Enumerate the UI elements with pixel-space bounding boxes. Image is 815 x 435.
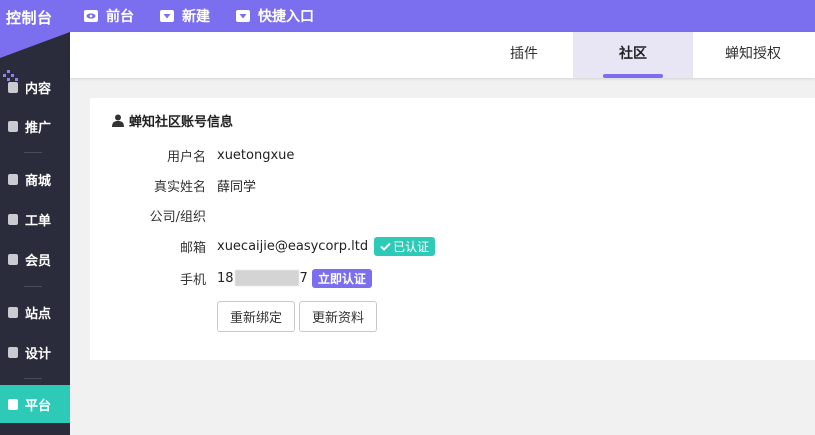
field-label: 用户名: [166, 149, 206, 165]
tab-plugins[interactable]: 插件: [464, 32, 584, 78]
field-value: xuetongxue: [217, 147, 295, 163]
field-username: 用户名 xuetongxue: [90, 144, 294, 166]
update-profile-button[interactable]: 更新资料: [299, 301, 377, 332]
map-pin-icon: [8, 306, 18, 318]
check-icon: [380, 242, 391, 251]
verify-now-button[interactable]: 立即认证: [311, 268, 372, 288]
image-icon: [8, 346, 18, 358]
file-icon: [8, 213, 18, 225]
field-label: 手机: [179, 272, 206, 288]
user-icon: [112, 114, 124, 127]
sidebar-item-content[interactable]: 内容: [0, 68, 70, 106]
active-tab-indicator: [603, 74, 663, 78]
field-real-name: 真实姓名 薛同学: [90, 174, 256, 196]
field-value-wrap: 18 7 立即认证: [217, 268, 372, 288]
sidebar-item-label: 内容: [25, 81, 52, 97]
sidebar-item-member[interactable]: 会员: [0, 240, 70, 278]
quick-entry-label: 快捷入口: [258, 9, 314, 25]
cube-icon: [8, 120, 18, 132]
caret-down-icon: [236, 10, 250, 22]
verified-badge: 已认证: [374, 236, 436, 256]
rebind-button[interactable]: 重新绑定: [217, 301, 295, 332]
mail-icon: [8, 173, 18, 185]
sidebar-item-design[interactable]: 设计: [0, 333, 70, 371]
sidebar-item-label: 平台: [25, 398, 52, 414]
new-label: 新建: [182, 9, 210, 25]
sidebar-accent: [0, 32, 70, 58]
sidebar-divider: [24, 286, 42, 287]
field-phone: 手机 18 7 立即认证: [90, 267, 372, 289]
field-label: 真实姓名: [153, 179, 206, 195]
sidebar-item-mall[interactable]: 商城: [0, 160, 70, 198]
phone-suffix: 7: [299, 270, 308, 286]
caret-down-icon: [160, 10, 174, 22]
tab-label: 社区: [619, 46, 647, 62]
phone-redaction: [234, 270, 299, 286]
sidebar-item-platform[interactable]: 平台: [0, 385, 70, 423]
field-label: 邮箱: [179, 240, 206, 256]
panel-title-text: 蝉知社区账号信息: [129, 115, 234, 130]
sidebar-item-label: 会员: [25, 253, 52, 269]
app-logo[interactable]: 控制台: [0, 0, 70, 36]
field-company: 公司/组织: [90, 204, 217, 226]
sidebar-item-label: 推广: [25, 120, 52, 136]
sidebar-divider: [24, 378, 42, 379]
verified-badge-label: 已认证: [393, 239, 430, 254]
field-value-wrap: xuecaijie@easycorp.ltd 已认证: [217, 236, 436, 256]
sidebar-item-label: 工单: [25, 213, 52, 229]
email-value: xuecaijie@easycorp.ltd: [217, 238, 369, 254]
tab-label: 插件: [510, 46, 538, 62]
document-icon: [8, 81, 18, 93]
frontend-label: 前台: [106, 9, 134, 25]
phone-prefix: 18: [217, 270, 234, 286]
tab-label: 蝉知授权: [725, 46, 781, 62]
field-label: 公司/组织: [149, 209, 206, 225]
sidebar-item-label: 站点: [25, 306, 52, 322]
field-value: 薛同学: [217, 179, 257, 195]
sidebar-item-ticket[interactable]: 工单: [0, 200, 70, 238]
account-panel: 蝉知社区账号信息 用户名 xuetongxue 真实姓名 薛同学 公司/组织 邮…: [90, 98, 815, 360]
tab-chanzhi-license[interactable]: 蝉知授权: [693, 32, 813, 78]
panel-title: 蝉知社区账号信息: [112, 111, 233, 130]
diamond-icon: [8, 253, 18, 265]
quick-entry-menu[interactable]: 快捷入口: [236, 6, 314, 26]
tab-community[interactable]: 社区: [573, 32, 693, 78]
sidebar: 内容 推广 商城 工单 会员 站点 设计 平台: [0, 32, 70, 435]
eye-icon: [84, 10, 98, 22]
top-nav: 前台 新建 快捷入口: [84, 0, 340, 32]
sidebar-item-promotion[interactable]: 推广: [0, 107, 70, 145]
sidebar-item-label: 设计: [25, 346, 52, 362]
sidebar-divider: [24, 152, 42, 153]
new-menu[interactable]: 新建: [160, 6, 210, 26]
field-email: 邮箱 xuecaijie@easycorp.ltd 已认证: [90, 235, 436, 257]
tab-bar: 插件 社区 蝉知授权: [70, 32, 815, 78]
grid-icon: [8, 398, 18, 410]
sidebar-item-label: 商城: [25, 173, 52, 189]
frontend-link[interactable]: 前台: [84, 6, 134, 26]
sidebar-item-site[interactable]: 站点: [0, 293, 70, 331]
